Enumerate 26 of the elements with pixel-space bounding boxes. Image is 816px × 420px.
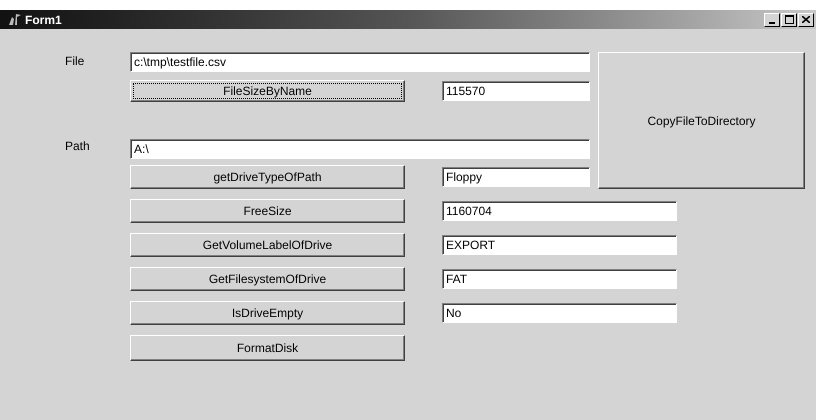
result-field[interactable]: 1160704 [442,201,677,221]
path-field[interactable]: A:\ [130,139,590,159]
action-button[interactable]: FileSizeByName [130,80,405,102]
copy-file-button[interactable]: CopyFileToDirectory [598,52,805,189]
result-field[interactable]: Floppy [442,167,590,187]
file-label: File [65,53,86,70]
maximize-button[interactable] [781,12,797,26]
window-title: Form1 [25,12,62,28]
action-button[interactable]: getDriveTypeOfPath [130,165,405,189]
action-button[interactable]: GetVolumeLabelOfDrive [130,233,405,257]
close-button[interactable] [798,12,814,26]
action-button[interactable]: FreeSize [130,199,405,223]
close-icon [802,16,810,23]
action-button[interactable]: GetFilesystemOfDrive [130,267,405,291]
result-field[interactable]: 115570 [442,81,590,101]
action-button[interactable]: FormatDisk [130,335,405,361]
minimize-icon [769,22,775,24]
result-field[interactable]: No [442,303,677,323]
result-field[interactable]: FAT [442,269,677,289]
file-path-field[interactable]: c:\tmp\testfile.csv [130,52,590,72]
action-button[interactable]: IsDriveEmpty [130,301,405,325]
app-icon [8,13,22,26]
path-label: Path [65,138,91,155]
result-field[interactable]: EXPORT [442,235,677,255]
minimize-button[interactable] [764,12,780,26]
maximize-icon [784,15,794,24]
